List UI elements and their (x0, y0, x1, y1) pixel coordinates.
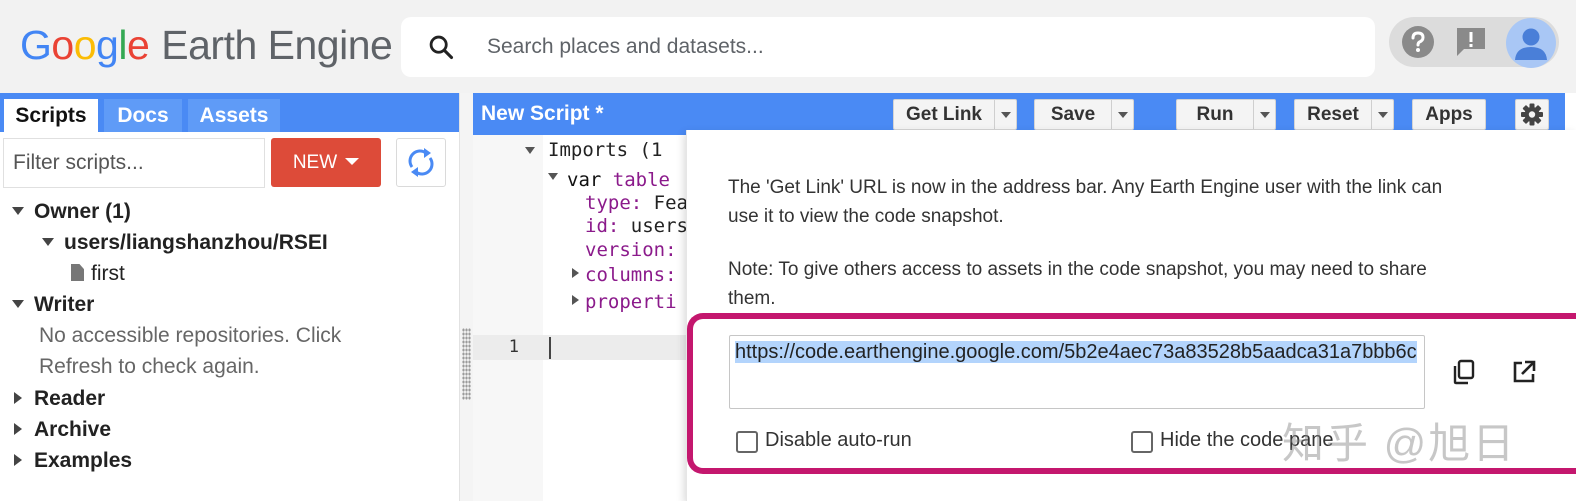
fold-var-icon[interactable] (548, 173, 558, 180)
popup-message-line: The 'Get Link' URL is now in the address… (728, 177, 1443, 198)
splitter-grip[interactable] (462, 328, 471, 400)
editor-gutter (473, 135, 543, 501)
logo-letter: e (126, 22, 150, 68)
search-icon[interactable] (427, 33, 455, 61)
line-number: 1 (508, 337, 519, 357)
prop-key: version: (585, 239, 677, 261)
expand-down-icon (12, 207, 24, 215)
refresh-icon (408, 148, 434, 177)
tree-group-archive[interactable]: Archive (14, 416, 111, 444)
expand-down-icon (42, 238, 54, 246)
reset-dropdown[interactable] (1371, 100, 1393, 129)
file-icon (71, 264, 84, 281)
logo-letter: G (20, 22, 52, 68)
import-columns-line: columns: (585, 263, 677, 288)
var-name: table (612, 169, 670, 191)
reset-button[interactable]: Reset (1294, 99, 1394, 130)
tree-group-label: Reader (34, 387, 106, 410)
save-label: Save (1050, 104, 1096, 125)
writer-empty-message: Refresh to check again. (39, 355, 260, 378)
prop-key: columns: (585, 264, 677, 286)
get-link-dropdown[interactable] (994, 100, 1016, 129)
save-dropdown[interactable] (1111, 100, 1133, 129)
settings-button[interactable] (1515, 99, 1549, 130)
code-editor[interactable]: Imports (1 var table type: Fea id: users… (543, 135, 688, 501)
prop-key: id: (585, 215, 620, 237)
account-avatar[interactable] (1506, 18, 1556, 68)
watermark: 知乎 @旭日 (1282, 420, 1517, 467)
fold-imports-icon[interactable] (525, 147, 535, 154)
filter-scripts-input[interactable] (3, 138, 265, 188)
new-script-button[interactable]: NEW (271, 138, 381, 187)
tree-group-label: Writer (34, 293, 95, 316)
new-button-label: NEW (292, 152, 338, 173)
panel-splitter[interactable] (459, 93, 473, 501)
import-version-line: version: (585, 238, 677, 263)
prop-key: properti (585, 291, 677, 313)
expand-right-icon (14, 423, 22, 435)
logo-letter: o (51, 22, 74, 68)
feedback-icon[interactable] (1454, 25, 1488, 59)
expand-down-icon (12, 300, 24, 308)
product-name: Earth Engine (161, 22, 393, 68)
caret-down-icon (345, 158, 360, 165)
prop-key: type: (585, 192, 643, 214)
expand-properties-icon[interactable] (572, 295, 579, 305)
tab-scripts[interactable]: Scripts (4, 99, 98, 132)
popup-note-line: Note: To give others access to assets in… (728, 259, 1427, 280)
logo-letter: g (96, 22, 119, 68)
help-icon[interactable] (1401, 25, 1435, 59)
import-properties-line: properti (585, 290, 677, 315)
imports-header[interactable]: Imports (1 (548, 138, 662, 163)
tree-group-label: Owner (1) (34, 200, 131, 223)
tree-group-label: Examples (34, 449, 133, 472)
search-bar (401, 17, 1375, 77)
app-header: Google Earth Engine (0, 0, 1576, 93)
var-keyword: var (567, 169, 602, 191)
logo-letter: l (118, 22, 127, 68)
expand-columns-icon[interactable] (572, 268, 579, 278)
tree-repo-label: users/liangshanzhou/RSEI (64, 231, 328, 254)
writer-empty-message: No accessible repositories. Click (39, 324, 342, 347)
apps-label: Apps (1425, 104, 1473, 125)
import-var-line: var table (567, 168, 670, 193)
tree-repo-rsei[interactable]: users/liangshanzhou/RSEI (42, 229, 328, 257)
tree-group-examples[interactable]: Examples (14, 447, 132, 475)
text-cursor (549, 337, 551, 359)
tree-group-label: Archive (34, 418, 112, 441)
popup-note-line: them. (728, 288, 776, 309)
refresh-button[interactable] (396, 138, 446, 187)
expand-right-icon (14, 392, 22, 404)
tab-docs[interactable]: Docs (104, 99, 182, 132)
tree-file-first[interactable]: first (71, 260, 125, 288)
user-icon (1515, 28, 1547, 60)
tree-group-reader[interactable]: Reader (14, 385, 105, 413)
editor-toolbar: New Script * Get Link Save Run Reset App… (473, 93, 1565, 135)
scripts-panel: Scripts Docs Assets NEW Owner (1) users/… (0, 93, 459, 501)
save-button[interactable]: Save (1034, 99, 1134, 130)
google-earth-engine-logo[interactable]: Google Earth Engine (20, 22, 393, 68)
import-id-line: id: users (585, 214, 688, 239)
tree-file-label: first (91, 262, 125, 285)
apps-button[interactable]: Apps (1412, 99, 1486, 130)
prop-value: Fea (653, 192, 688, 214)
run-dropdown[interactable] (1253, 100, 1275, 129)
import-type-line: type: Fea (585, 191, 688, 216)
get-link-button[interactable]: Get Link (893, 99, 1017, 130)
run-button[interactable]: Run (1176, 99, 1276, 130)
popup-message-line: use it to view the code snapshot. (728, 206, 1004, 227)
prop-value: users (630, 215, 688, 237)
reset-label: Reset (1307, 104, 1359, 125)
run-label: Run (1196, 104, 1234, 125)
script-title[interactable]: New Script * (481, 102, 604, 126)
search-input[interactable] (487, 27, 1347, 67)
gear-icon (1521, 103, 1543, 126)
logo-letter: o (73, 22, 97, 68)
expand-right-icon (14, 454, 22, 466)
tree-group-writer[interactable]: Writer (12, 291, 94, 319)
tab-assets[interactable]: Assets (188, 99, 280, 132)
get-link-label: Get Link (905, 104, 982, 125)
left-tab-bar: Scripts Docs Assets (0, 93, 459, 132)
tree-group-owner[interactable]: Owner (1) (12, 198, 131, 226)
